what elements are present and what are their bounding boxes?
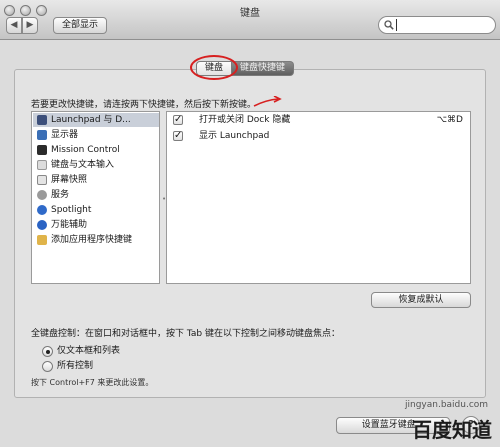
list-item-screenshots[interactable]: 屏幕快照 <box>33 173 159 187</box>
list-item-launchpad-dock[interactable]: Launchpad 与 D... <box>33 113 159 127</box>
list-item-keyboard-text[interactable]: 键盘与文本输入 <box>33 158 159 172</box>
show-all-button[interactable]: 全部显示 <box>53 17 107 34</box>
spotlight-icon <box>37 205 47 215</box>
radio-button-selected[interactable] <box>42 346 53 357</box>
chevron-left-icon: ◀ <box>10 20 18 30</box>
accessibility-icon <box>37 220 47 230</box>
tab-keyboard-shortcuts[interactable]: 键盘快捷键 <box>232 61 295 76</box>
mission-control-icon <box>37 145 47 155</box>
search-icon <box>384 20 394 30</box>
list-item-display[interactable]: 显示器 <box>33 128 159 142</box>
list-item-services[interactable]: 服务 <box>33 188 159 202</box>
radio-text-boxes-lists[interactable]: 仅文本框和列表 <box>42 345 162 358</box>
table-row[interactable]: 打开或关闭 Dock 隐藏 ⌥⌘D <box>171 113 467 127</box>
list-item-accessibility[interactable]: 万能辅助 <box>33 218 159 232</box>
screenshot-icon <box>37 175 47 185</box>
search-input[interactable] <box>396 19 492 31</box>
red-arrow-annotation <box>253 96 282 107</box>
list-item-mission-control[interactable]: Mission Control <box>33 143 159 157</box>
shortcut-category-list[interactable]: Launchpad 与 D... 显示器 Mission Control 键盘与… <box>31 111 160 284</box>
forward-button[interactable]: ▶ <box>22 17 38 34</box>
shortcut-keys[interactable]: ⌥⌘D <box>437 113 463 127</box>
keyboard-access-hint: 按下 Control+F7 来更改此设置。 <box>31 378 154 387</box>
search-field[interactable] <box>378 16 496 34</box>
watermark-logo-text: 百度知道 <box>412 418 492 442</box>
chevron-right-icon: ▶ <box>26 20 34 30</box>
list-item-spotlight[interactable]: Spotlight <box>33 203 159 217</box>
display-icon <box>37 130 47 140</box>
shortcut-checkbox[interactable] <box>173 113 183 127</box>
full-keyboard-access-label: 全键盘控制：在窗口和对话框中，按下 Tab 键在以下控制之间移动键盘焦点： <box>31 329 340 339</box>
shortcut-instruction: 若要更改快捷键，请连按两下快捷键，然后按下新按键。 <box>31 100 257 110</box>
services-gear-icon <box>37 190 47 200</box>
back-button[interactable]: ◀ <box>6 17 22 34</box>
shortcut-list[interactable]: 打开或关闭 Dock 隐藏 ⌥⌘D 显示 Launchpad <box>166 111 471 284</box>
window-toolbar: 键盘 ◀ ▶ 全部显示 <box>0 0 500 40</box>
table-row[interactable]: 显示 Launchpad <box>171 129 467 143</box>
app-shortcuts-icon <box>37 235 47 245</box>
red-highlight-circle <box>190 55 238 80</box>
radio-all-controls[interactable]: 所有控制 <box>42 360 162 373</box>
restore-defaults-button[interactable]: 恢复成默认 <box>371 292 471 308</box>
launchpad-icon <box>37 115 47 125</box>
watermark-url: jingyan.baidu.com <box>405 400 489 410</box>
list-item-app-shortcuts[interactable]: 添加应用程序快捷键 <box>33 233 159 247</box>
radio-button[interactable] <box>42 361 53 372</box>
keyboard-icon <box>37 160 47 170</box>
shortcut-checkbox[interactable] <box>173 129 183 143</box>
